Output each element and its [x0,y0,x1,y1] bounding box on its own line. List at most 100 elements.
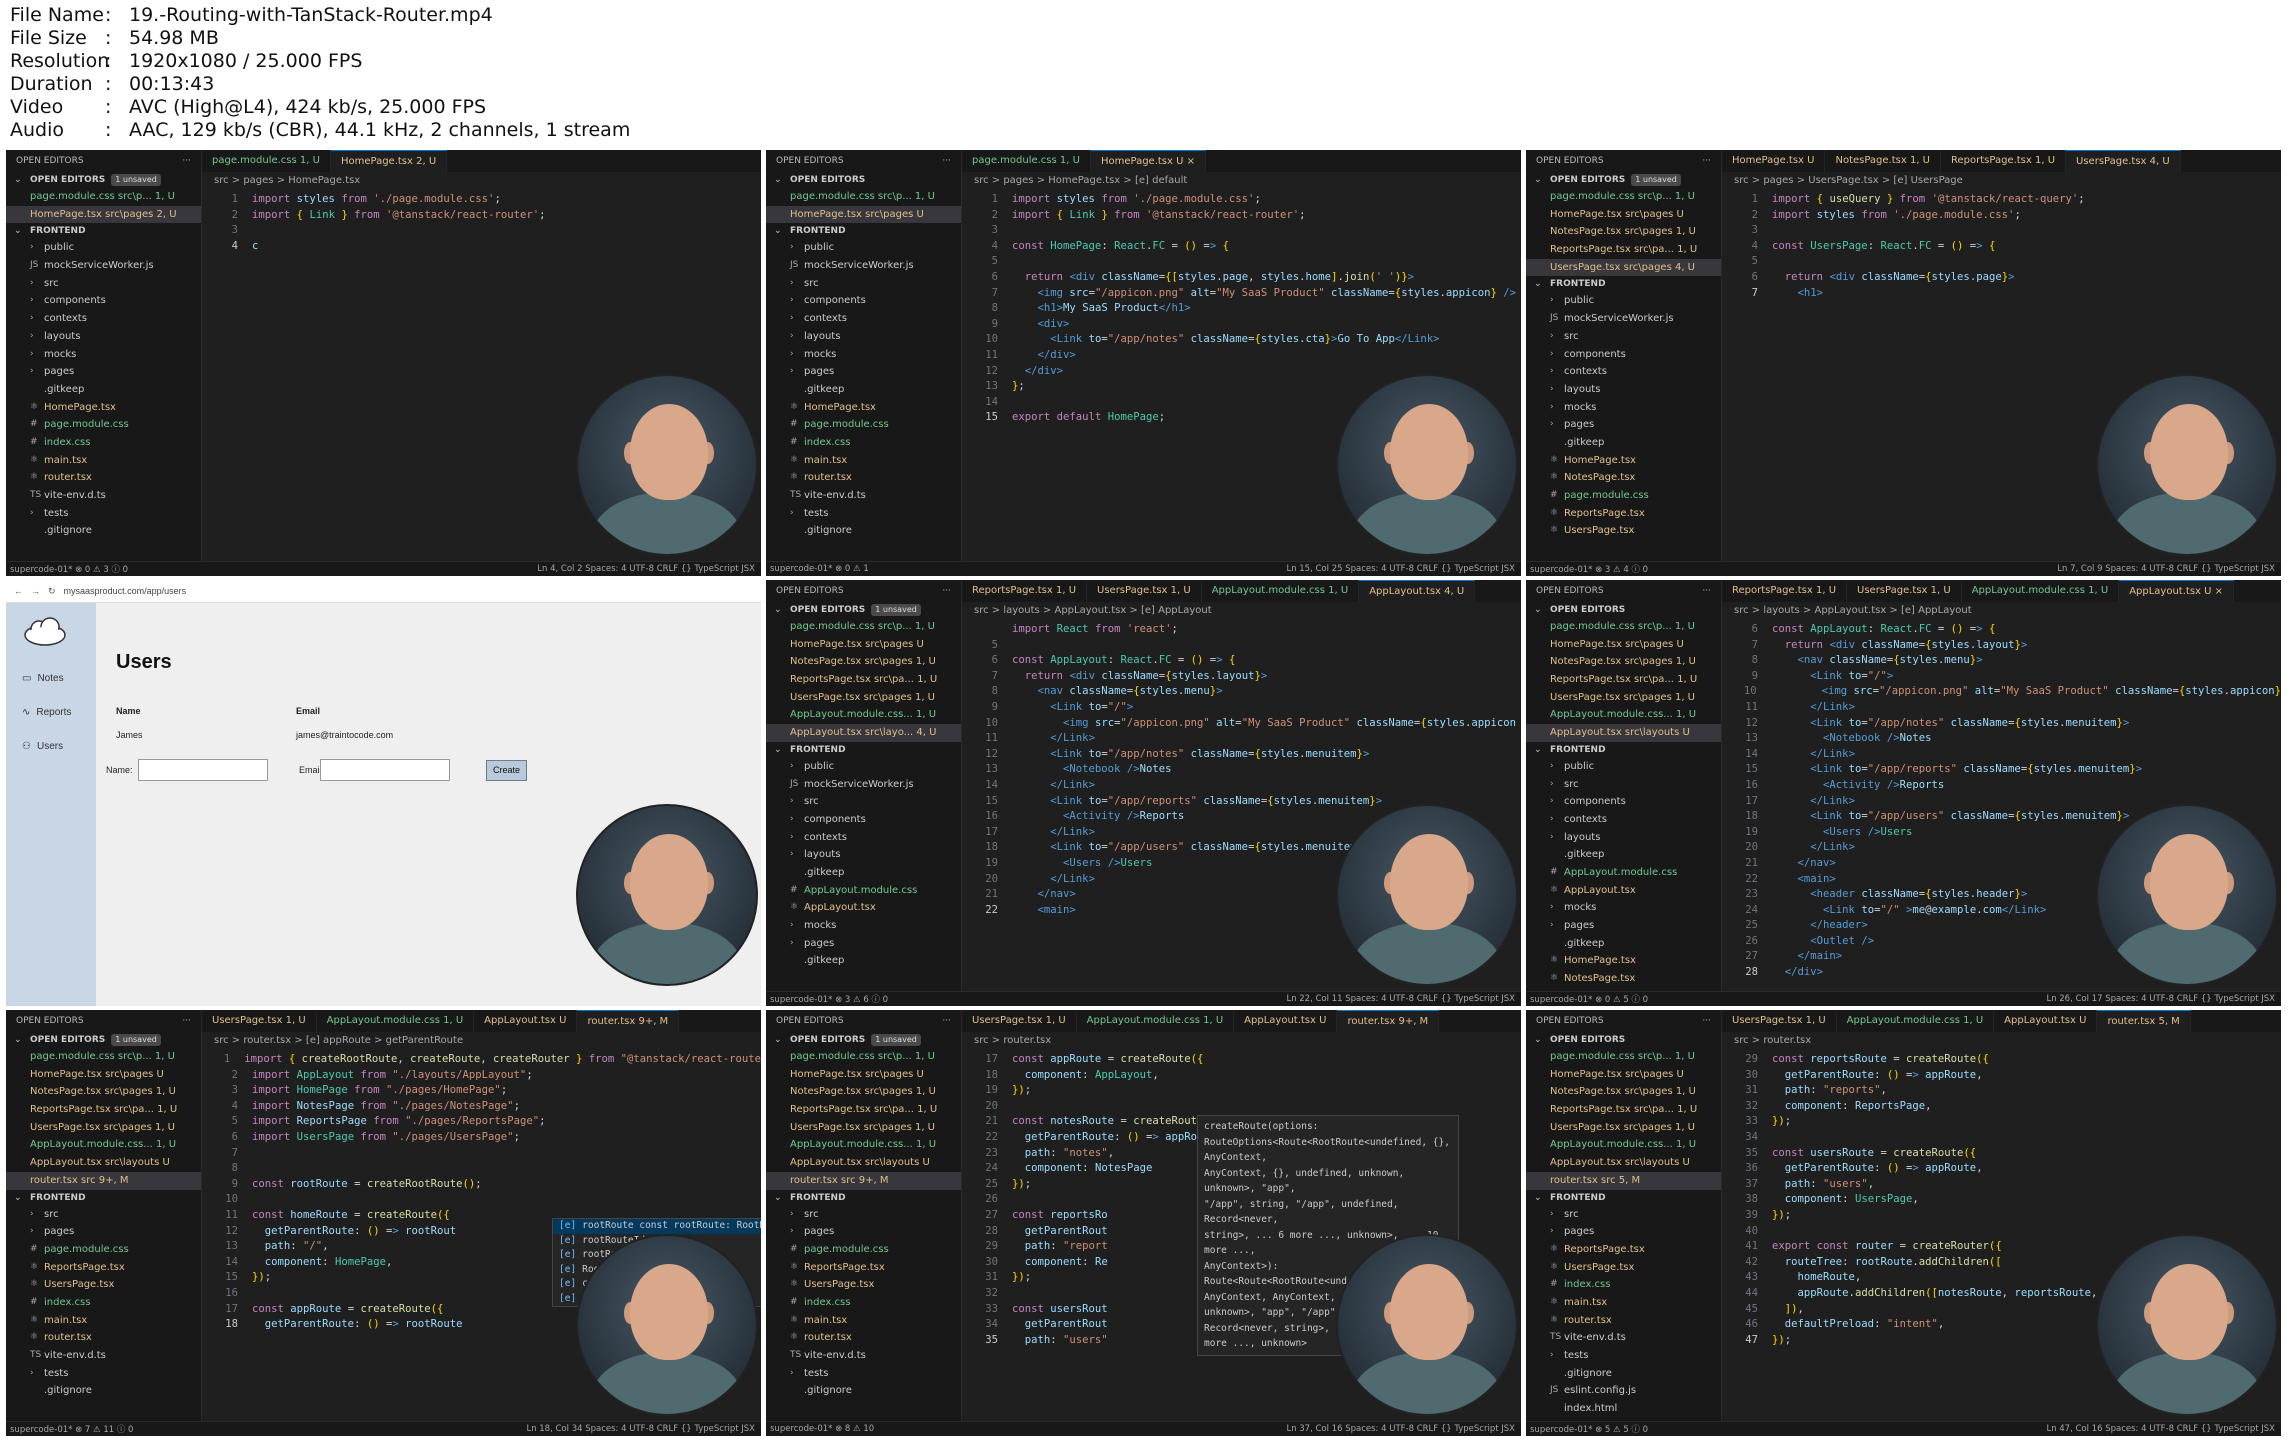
breadcrumb[interactable]: src > pages > HomePage.tsx > [e] default [962,172,1521,190]
folder-item[interactable]: › src [1526,1206,1721,1224]
file-item[interactable]: ⚛ NotesPage.tsx [1526,469,1721,487]
open-editor-item[interactable]: AppLayout.module.css... 1, U [766,1136,961,1154]
project-tree-header[interactable]: ⌄ FRONTEND [1526,1190,1721,1206]
file-item[interactable]: ⚛ AppLayout.tsx [766,899,961,917]
file-item[interactable]: .gitkeep [6,381,201,399]
project-tree-header[interactable]: ⌄ FRONTEND [766,223,961,239]
editor-tab[interactable]: AppLayout.module.css 1, U [1837,1010,1995,1032]
folder-item[interactable]: › components [766,292,961,310]
open-editor-item[interactable]: ReportsPage.tsx src\pa... 1, U [1526,671,1721,689]
open-editor-item[interactable]: HomePage.tsx src\pages U [1526,1066,1721,1084]
breadcrumb[interactable]: src > pages > UsersPage.tsx > [e] UsersP… [1722,172,2281,190]
folder-item[interactable]: › contexts [6,310,201,328]
editor-tab[interactable]: AppLayout.tsx U [474,1010,578,1032]
editor-tab[interactable]: AppLayout.module.css 1, U [1077,1010,1235,1032]
status-left[interactable]: supercode-01* ⊗ 3 ⚠ 6 ⓘ 0 [770,993,888,1005]
status-right[interactable]: Ln 4, Col 2 Spaces: 4 UTF-8 CRLF {} Type… [537,564,761,574]
folder-item[interactable]: › public [1526,292,1721,310]
status-right[interactable]: Ln 22, Col 11 Spaces: 4 UTF-8 CRLF {} Ty… [1286,994,1521,1004]
file-item[interactable]: .gitkeep [1526,434,1721,452]
open-editor-item[interactable]: page.module.css src\p... 1, U [6,188,201,206]
file-item[interactable]: # page.module.css [766,416,961,434]
file-item[interactable]: # AppLayout.module.css [1526,864,1721,882]
open-editors-section[interactable]: ⌄ OPEN EDITORS 1 unsaved [1526,172,1721,188]
file-item[interactable]: ⚛ UsersPage.tsx [766,1276,961,1294]
file-item[interactable]: ⚛ ReportsPage.tsx [766,1259,961,1277]
folder-item[interactable]: › src [766,793,961,811]
open-editor-item[interactable]: ReportsPage.tsx src\pa... 1, U [766,671,961,689]
open-editor-item[interactable]: AppLayout.tsx src\layouts U [1526,724,1721,742]
open-editors-section[interactable]: ⌄ OPEN EDITORS [766,172,961,188]
editor-tab[interactable]: ReportsPage.tsx 1, U [962,580,1088,602]
create-button[interactable]: Create [486,760,528,781]
status-right[interactable]: Ln 26, Col 17 Spaces: 4 UTF-8 CRLF {} Ty… [2046,994,2281,1004]
file-item[interactable]: .gitignore [766,1382,961,1400]
open-editor-item[interactable]: page.module.css src\p... 1, U [1526,1048,1721,1066]
file-item[interactable]: # page.module.css [6,416,201,434]
more-actions-icon[interactable]: ··· [942,1010,951,1032]
open-editor-item[interactable]: NotesPage.tsx src\pages 1, U [6,1083,201,1101]
name-input[interactable] [138,759,268,781]
forward-icon[interactable]: → [31,586,40,596]
folder-item[interactable]: › layouts [1526,381,1721,399]
breadcrumb[interactable]: src > layouts > AppLayout.tsx > [e] AppL… [1722,602,2281,620]
editor-tab[interactable]: UsersPage.tsx 1, U [202,1010,317,1032]
file-item[interactable]: .gitignore [6,1382,201,1400]
open-editors-section[interactable]: ⌄ OPEN EDITORS 1 unsaved [6,172,201,188]
file-item[interactable]: JS mockServiceWorker.js [1526,310,1721,328]
file-item[interactable]: ⚛ UsersPage.tsx [6,1276,201,1294]
status-right[interactable]: Ln 37, Col 16 Spaces: 4 UTF-8 CRLF {} Ty… [1286,1424,1521,1434]
file-item[interactable]: ⚛ HomePage.tsx [6,399,201,417]
nav-item-users[interactable]: ⚇ Users [22,741,63,752]
open-editor-item[interactable]: NotesPage.tsx src\pages 1, U [766,1083,961,1101]
open-editor-item[interactable]: router.tsx src 5, M [1526,1171,1721,1190]
folder-item[interactable]: › layouts [766,328,961,346]
folder-item[interactable]: › src [1526,328,1721,346]
file-item[interactable]: ⚛ HomePage.tsx [766,399,961,417]
file-item[interactable]: JS mockServiceWorker.js [6,257,201,275]
folder-item[interactable]: › pages [766,935,961,953]
editor-tab[interactable]: NotesPage.tsx 1, U [1825,150,1942,172]
editor-tab[interactable]: page.module.css 1, U [202,150,331,172]
status-left[interactable]: supercode-01* ⊗ 5 ⚠ 5 ⓘ 0 [1530,1423,1648,1435]
open-editor-item[interactable]: ReportsPage.tsx src\pa... 1, U [6,1101,201,1119]
editor-tab[interactable]: AppLayout.tsx U [1234,1010,1338,1032]
file-item[interactable]: JS mockServiceWorker.js [766,776,961,794]
file-item[interactable]: index.html [1526,1400,1721,1418]
status-left[interactable]: supercode-01* ⊗ 8 ⚠ 10 [770,1424,874,1434]
file-item[interactable]: ⚛ router.tsx [6,1329,201,1347]
breadcrumb[interactable]: src > router.tsx [1722,1032,2281,1050]
status-left[interactable]: supercode-01* ⊗ 0 ⚠ 3 ⓘ 0 [10,563,128,575]
open-editor-item[interactable]: ReportsPage.tsx src\pa... 1, U [1526,1101,1721,1119]
more-actions-icon[interactable]: ··· [1702,580,1711,602]
more-actions-icon[interactable]: ··· [1702,150,1711,172]
file-item[interactable]: JS mockServiceWorker.js [766,257,961,275]
editor-tab[interactable]: page.module.css 1, U [962,150,1091,172]
file-item[interactable]: # index.css [6,1294,201,1312]
folder-item[interactable]: › components [6,292,201,310]
project-tree-header[interactable]: ⌄ FRONTEND [1526,742,1721,758]
open-editor-item[interactable]: HomePage.tsx src\pages 2, U [6,205,201,224]
file-item[interactable]: ⚛ ReportsPage.tsx [6,1259,201,1277]
address-bar[interactable]: mysaasproduct.com/app/users [64,586,187,596]
breadcrumb[interactable]: src > router.tsx [962,1032,1521,1050]
folder-item[interactable]: › mocks [766,346,961,364]
open-editor-item[interactable]: UsersPage.tsx src\pages 4, U [1526,258,1721,277]
folder-item[interactable]: › pages [1526,416,1721,434]
editor-tab[interactable]: UsersPage.tsx 1, U [1722,1010,1837,1032]
editor-tab[interactable]: AppLayout.module.css 1, U [317,1010,475,1032]
file-item[interactable]: ⚛ ReportsPage.tsx [1526,505,1721,523]
file-item[interactable]: ⚛ router.tsx [6,469,201,487]
file-item[interactable]: ⚛ main.tsx [6,1312,201,1330]
open-editors-section[interactable]: ⌄ OPEN EDITORS [1526,1032,1721,1048]
file-item[interactable]: .gitkeep [766,864,961,882]
editor-tab[interactable]: router.tsx 9+, M [1337,1010,1440,1032]
file-item[interactable]: ⚛ router.tsx [766,1329,961,1347]
file-item[interactable]: ⚛ main.tsx [766,1312,961,1330]
project-tree-header[interactable]: ⌄ FRONTEND [1526,276,1721,292]
open-editor-item[interactable]: AppLayout.tsx src\layouts U [1526,1154,1721,1172]
folder-item[interactable]: › public [766,239,961,257]
back-icon[interactable]: ← [14,586,23,596]
open-editor-item[interactable]: AppLayout.module.css... 1, U [766,706,961,724]
open-editor-item[interactable]: page.module.css src\p... 1, U [1526,188,1721,206]
